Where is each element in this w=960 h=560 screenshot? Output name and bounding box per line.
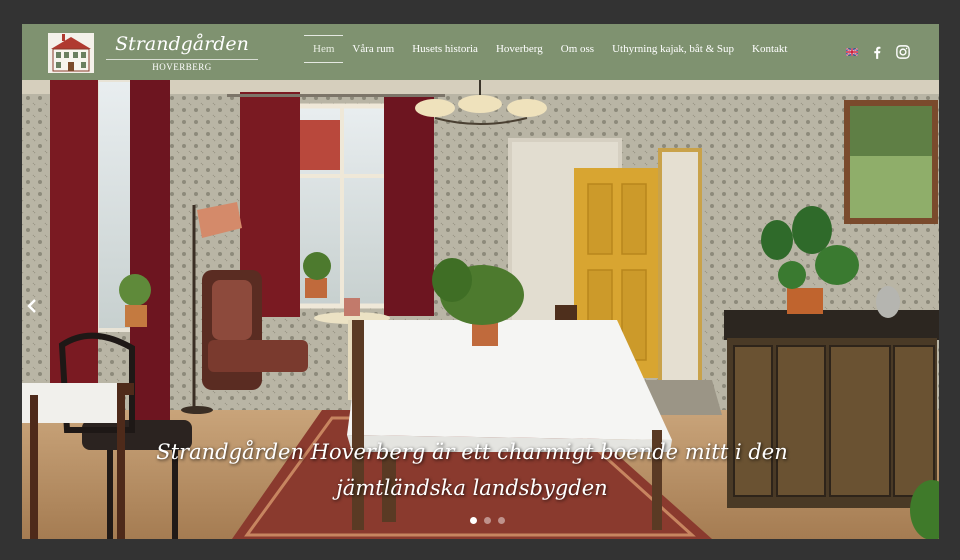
hero-caption: Strandgården Hoverberg är ett charmigt b… (142, 434, 802, 506)
slider-dot-1[interactable] (470, 517, 477, 524)
slider-prev-button[interactable] (26, 298, 44, 320)
nav-item-hem[interactable]: Hem (304, 24, 344, 80)
nav-item-husets-historia[interactable]: Husets historia (403, 24, 487, 80)
nav-item-uthyrning[interactable]: Uthyrning kajak, båt & Sup (603, 24, 743, 80)
page-frame: Strandgården HOVERBERG Hem Våra rum Huse… (22, 24, 939, 539)
navbar: Strandgården HOVERBERG Hem Våra rum Huse… (22, 24, 939, 80)
instagram-icon[interactable] (896, 45, 910, 59)
slider-dots (470, 517, 505, 524)
slider-dot-2[interactable] (484, 517, 491, 524)
nav-item-hoverberg[interactable]: Hoverberg (487, 24, 552, 80)
brand-name: Strandgården (115, 33, 249, 55)
nav-item-vara-rum[interactable]: Våra rum (343, 24, 403, 80)
brand-subtitle: HOVERBERG (152, 62, 212, 72)
chevron-left-icon (27, 299, 36, 313)
brand-divider (106, 59, 258, 60)
hero-caption-line-1: Strandgården Hoverberg är ett charmigt b… (156, 440, 788, 464)
facebook-icon[interactable] (873, 46, 881, 59)
house-icon (48, 33, 94, 73)
hero-slider: Strandgården Hoverberg är ett charmigt b… (22, 80, 939, 539)
slider-dot-3[interactable] (498, 517, 505, 524)
hero-caption-line-2: jämtländska landsbygden (336, 476, 608, 500)
nav-item-kontakt[interactable]: Kontakt (743, 24, 796, 80)
site-logo[interactable]: Strandgården HOVERBERG (48, 31, 258, 75)
main-menu: Hem Våra rum Husets historia Hoverberg O… (304, 24, 796, 80)
header-icons (846, 40, 910, 64)
uk-flag-icon[interactable] (846, 48, 858, 56)
nav-item-om-oss[interactable]: Om oss (552, 24, 603, 80)
